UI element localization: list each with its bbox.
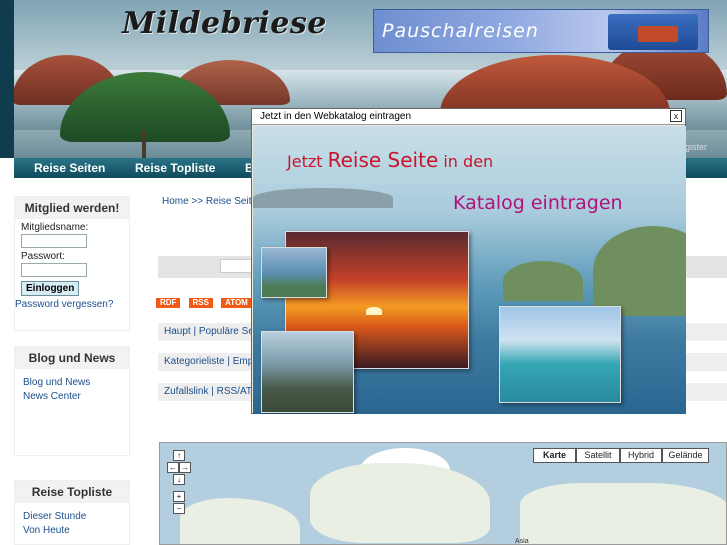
map-pan-right-icon[interactable]: → [179, 462, 191, 473]
username-label: Mitgliedsname: [21, 222, 89, 233]
toplist-hour-link[interactable]: Dieser Stunde [23, 511, 129, 522]
popup-hill [593, 226, 686, 316]
toplist-box: Reise Topliste Dieser Stunde Von Heute [14, 480, 130, 545]
popup-headline-line2: Katalog eintragen [453, 192, 623, 214]
login-box: Mitglied werden! Mitgliedsname: Passwort… [14, 196, 130, 331]
login-button[interactable]: Einloggen [21, 281, 80, 296]
map-region-label: Asia [515, 538, 529, 545]
map-type-karte[interactable]: Karte [533, 448, 576, 463]
register-link[interactable]: gister [685, 142, 707, 152]
blog-link[interactable]: Blog und News [23, 377, 129, 388]
coast-photo [261, 247, 327, 298]
popup-title: Jetzt in den Webkatalog eintragen [260, 111, 412, 122]
popup-titlebar: Jetzt in den Webkatalog eintragen [252, 109, 685, 125]
toplist-box-title: Reise Topliste [15, 481, 129, 503]
pauschalreisen-banner[interactable]: Pauschalreisen [373, 9, 709, 53]
login-box-title: Mitglied werden! [15, 197, 129, 219]
map-type-hybrid[interactable]: Hybrid [620, 448, 662, 463]
news-center-link[interactable]: News Center [23, 391, 129, 402]
username-input[interactable] [21, 234, 87, 248]
header-umbrella-pole [142, 130, 146, 158]
rdf-feed-badge[interactable]: RDF [156, 298, 181, 308]
map-zoom-out-icon[interactable]: − [173, 503, 185, 514]
popup-headline-emph: Reise Seite [327, 148, 439, 172]
map-type-gelaende[interactable]: Gelände [662, 448, 709, 463]
map-pan-down-icon[interactable]: ↓ [173, 474, 185, 485]
toplist-today-link[interactable]: Von Heute [23, 525, 129, 536]
popup-promo-image[interactable]: Jetzt Reise Seite in den Katalog eintrag… [253, 126, 686, 414]
map-pan-up-icon[interactable]: ↑ [173, 450, 185, 461]
map-landmass [180, 498, 300, 544]
webkatalog-popup: Jetzt in den Webkatalog eintragen x Jetz… [251, 108, 686, 414]
map-landmass [520, 483, 726, 544]
nav-item-reise-seiten[interactable]: Reise Seiten [34, 161, 105, 175]
password-input[interactable] [21, 263, 87, 277]
map-landmass [310, 463, 490, 543]
password-label: Passwort: [21, 251, 65, 262]
forgot-password-link[interactable]: Password vergessen? [15, 299, 129, 310]
close-icon[interactable]: x [670, 110, 682, 122]
banner-text: Pauschalreisen [382, 20, 539, 42]
feed-badges: RDF RSS ATOM [156, 296, 257, 308]
map-zoom-in-icon[interactable]: + [173, 491, 185, 502]
popup-headline-part1: Jetzt [287, 152, 323, 171]
breadcrumb[interactable]: Home >> Reise Seite [162, 196, 257, 207]
nav-item-reise-topliste[interactable]: Reise Topliste [135, 161, 215, 175]
blog-box: Blog und News Blog und News News Center [14, 346, 130, 456]
header-left-bar [0, 0, 14, 158]
beach-photo [499, 306, 621, 403]
rss-feed-badge[interactable]: RSS [188, 298, 213, 308]
mountain-photo [261, 331, 354, 413]
popup-island [503, 261, 583, 301]
blog-box-title: Blog und News [15, 347, 129, 369]
site-title[interactable]: Mildebriese [122, 6, 327, 41]
popup-headline-part2: in den [443, 152, 494, 171]
banner-chair-image [608, 14, 698, 50]
map-pan-left-icon[interactable]: ← [167, 462, 179, 473]
popup-hill [253, 188, 393, 208]
popup-headline: Jetzt Reise Seite in den [287, 148, 493, 172]
map-type-satellit[interactable]: Satellit [576, 448, 620, 463]
atom-feed-badge[interactable]: ATOM [221, 298, 252, 308]
